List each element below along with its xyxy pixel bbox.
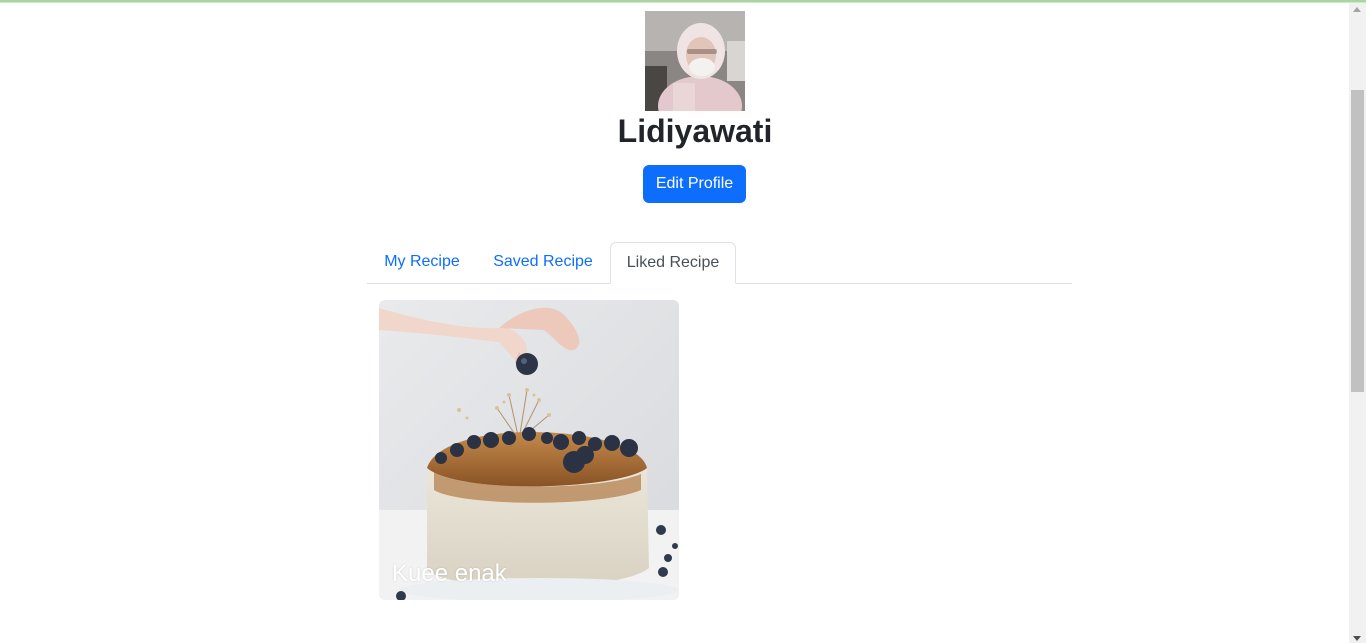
recipe-image <box>379 300 679 600</box>
recipe-card[interactable]: Kuee enak <box>379 300 679 600</box>
scroll-thumb[interactable] <box>1351 90 1364 392</box>
recipe-tabs: My Recipe Saved Recipe Liked Recipe <box>367 242 1072 284</box>
avatar <box>645 11 745 111</box>
scroll-up-arrow-icon[interactable] <box>1353 7 1361 12</box>
vertical-scrollbar[interactable] <box>1349 3 1366 643</box>
tab-saved-recipe[interactable]: Saved Recipe <box>477 242 609 284</box>
scroll-down-arrow-icon[interactable] <box>1353 636 1361 641</box>
profile-page: Lidiyawati Edit Profile My Recipe Saved … <box>0 3 1349 643</box>
edit-profile-button[interactable]: Edit Profile <box>643 165 746 203</box>
profile-name: Lidiyawati <box>617 113 773 149</box>
tab-my-recipe[interactable]: My Recipe <box>367 242 477 284</box>
avatar-photo <box>645 11 745 111</box>
recipe-title: Kuee enak <box>392 560 507 587</box>
tab-liked-recipe[interactable]: Liked Recipe <box>610 242 736 284</box>
